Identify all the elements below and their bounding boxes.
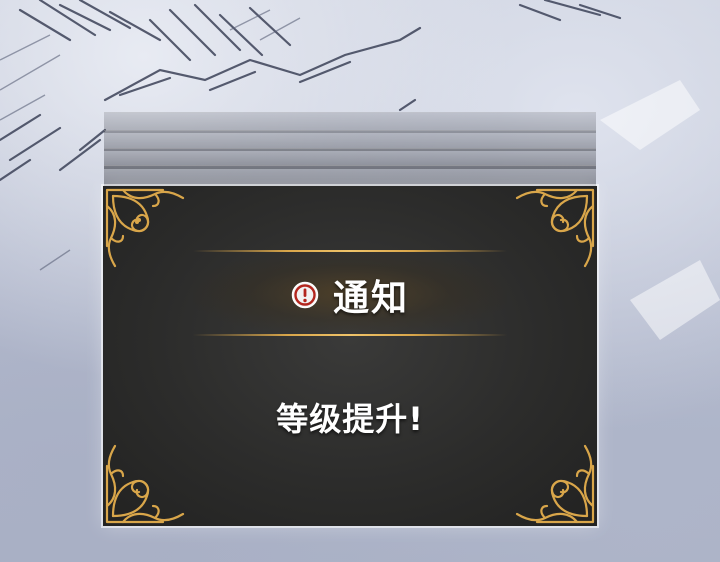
title-divider-top (193, 250, 507, 252)
notification-title: 通知 (332, 278, 409, 319)
ornament-corner-icon (515, 444, 595, 524)
ghost-layer (104, 165, 596, 188)
ornament-corner-icon (105, 188, 185, 268)
ornament-corner-icon (105, 444, 185, 524)
notification-message: 等级提升! (276, 400, 424, 438)
notification-panel: 通知 等级提升! (103, 186, 597, 526)
exclamation-circle-icon (291, 281, 319, 309)
title-divider-bottom (193, 334, 507, 336)
ornament-corner-icon (515, 188, 595, 268)
notification-header: 通知 (103, 270, 597, 320)
